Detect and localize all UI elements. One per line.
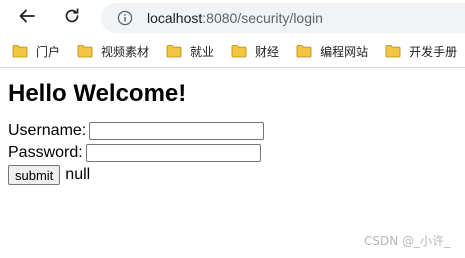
bookmark-label: 编程网站: [320, 44, 369, 59]
bookmark-label: 门户: [36, 44, 61, 59]
submit-row: submit null: [8, 164, 465, 186]
address-bar[interactable]: localhost:8080/security/login: [101, 3, 465, 33]
bookmark-folder-video-assets[interactable]: 视频素材: [77, 40, 149, 62]
back-button[interactable]: [14, 5, 40, 31]
folder-icon: [231, 44, 247, 58]
bookmark-folder-dev-manual[interactable]: 开发手册: [385, 40, 457, 62]
url-path: :8080/security/login: [202, 10, 323, 26]
arrow-left-icon: [18, 7, 36, 30]
bookmark-folder-jobs[interactable]: 就业: [166, 40, 214, 62]
folder-icon: [166, 44, 182, 58]
watermark: CSDN @_小许_: [363, 234, 450, 248]
login-form: Username: Password: submit null: [8, 120, 465, 186]
folder-icon: [77, 44, 93, 58]
folder-icon: [385, 44, 401, 58]
reload-icon: [63, 7, 81, 30]
username-input[interactable]: [89, 122, 265, 140]
bookmark-folder-portal[interactable]: 门户: [12, 40, 60, 62]
reload-button[interactable]: [59, 5, 85, 31]
bookmark-label: 视频素材: [101, 44, 150, 59]
login-message: null: [65, 166, 91, 183]
bookmark-label: 就业: [190, 44, 215, 59]
folder-icon: [296, 44, 312, 58]
username-row: Username:: [8, 120, 465, 142]
page-title: Hello Welcome!: [8, 80, 187, 107]
bookmark-folder-coding-sites[interactable]: 编程网站: [296, 40, 368, 62]
url-text[interactable]: localhost:8080/security/login: [147, 10, 323, 26]
username-label: Username:: [8, 122, 87, 139]
page-content: Hello Welcome! Username: Password: submi…: [8, 69, 465, 186]
password-label: Password:: [8, 144, 83, 161]
password-input[interactable]: [85, 144, 261, 162]
bookmark-label: 开发手册: [409, 44, 458, 59]
navigation-bar: localhost:8080/security/login: [0, 0, 465, 36]
info-icon[interactable]: [117, 10, 133, 26]
bookmarks-bar: 门户 视频素材 就业 财经 编程网站 开发手册: [0, 38, 465, 64]
password-row: Password:: [8, 142, 465, 164]
bookmark-folder-finance[interactable]: 财经: [231, 40, 279, 62]
browser-toolbar: localhost:8080/security/login 门户 视频素材 就业: [0, 0, 465, 68]
url-host: localhost: [147, 10, 203, 26]
submit-button[interactable]: submit: [8, 165, 61, 185]
folder-icon: [12, 44, 28, 58]
bookmark-label: 财经: [255, 44, 280, 59]
